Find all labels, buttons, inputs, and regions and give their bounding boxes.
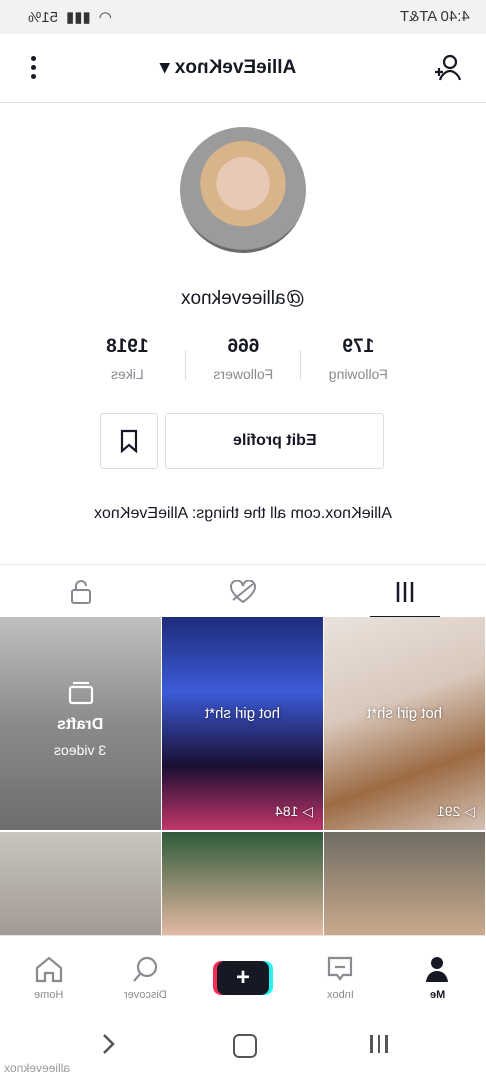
avatar[interactable] xyxy=(180,127,306,253)
home-button[interactable] xyxy=(233,1034,257,1058)
nav-create[interactable]: + xyxy=(194,936,291,1019)
nav-discover[interactable]: Discover xyxy=(97,936,194,1019)
system-nav-bar: allieeveknox xyxy=(0,1018,486,1079)
grid-icon xyxy=(396,581,414,602)
content-tabs xyxy=(0,564,486,618)
account-switcher[interactable]: AllieEveKnox ▾ xyxy=(160,56,296,79)
view-count: 291 ◁ xyxy=(436,803,475,819)
play-icon: ◁ xyxy=(302,803,313,819)
tab-private[interactable] xyxy=(0,565,162,618)
drafts-icon xyxy=(68,681,93,705)
view-count: 184 ◁ xyxy=(274,803,313,819)
bookmark-icon xyxy=(120,429,138,453)
tab-videos[interactable] xyxy=(324,565,486,618)
profile-icon xyxy=(426,956,449,982)
status-icons: 51% ▮▮▮ ◠ xyxy=(28,8,112,27)
battery-percent: 51% xyxy=(28,8,59,26)
search-icon xyxy=(132,956,157,982)
profile-stats: 1918 Likes 666 Followers 179 Following xyxy=(70,336,416,396)
drafts-count: 3 videos xyxy=(54,742,107,758)
lock-icon xyxy=(71,579,91,604)
stat-following[interactable]: 179 Following xyxy=(301,336,416,396)
nav-me[interactable]: Me xyxy=(389,936,486,1019)
video-thumbnail[interactable]: hot girl sh*t 184 ◁ xyxy=(162,617,323,830)
heart-hidden-icon xyxy=(230,579,256,603)
signal-icon: ▮▮▮ xyxy=(66,9,91,26)
video-caption: hot girl sh*t xyxy=(204,705,281,722)
video-thumbnail[interactable] xyxy=(324,832,485,935)
status-bar: 51% ▮▮▮ ◠ 4:40 AT&T xyxy=(0,0,486,34)
video-thumbnail[interactable] xyxy=(0,832,161,935)
add-friend-icon[interactable] xyxy=(432,52,464,89)
watermark: allieeveknox xyxy=(4,1061,71,1075)
drafts-tile[interactable]: Drafts 3 videos xyxy=(0,617,161,830)
inbox-icon xyxy=(328,956,353,981)
video-grid: Drafts 3 videos hot girl sh*t 184 ◁ hot … xyxy=(0,617,486,935)
bottom-nav: Home Discover + Inbox Me xyxy=(0,935,486,1019)
back-icon[interactable] xyxy=(100,1032,116,1056)
drafts-title: Drafts xyxy=(57,716,104,733)
profile-header: AllieEveKnox ▾ xyxy=(0,34,486,103)
nav-inbox[interactable]: Inbox xyxy=(292,936,389,1019)
profile-handle: @allieeveknox xyxy=(181,288,305,309)
home-icon xyxy=(35,956,62,982)
plus-icon: + xyxy=(217,960,269,995)
wifi-icon: ◠ xyxy=(98,9,112,26)
stat-likes[interactable]: 1918 Likes xyxy=(70,336,185,396)
video-caption: hot girl sh*t xyxy=(366,705,443,722)
recent-apps-icon[interactable] xyxy=(370,1035,388,1053)
nav-home[interactable]: Home xyxy=(0,936,97,1019)
favorites-button[interactable] xyxy=(100,413,158,469)
video-thumbnail[interactable]: hot girl sh*t 291 ◁ xyxy=(324,617,485,830)
more-options-icon[interactable] xyxy=(26,54,40,82)
edit-profile-button[interactable]: Edit profile xyxy=(165,413,384,469)
tab-liked[interactable] xyxy=(162,565,324,618)
profile-bio: AllieKnox.com all the things: AllieEveKn… xyxy=(94,505,392,522)
play-icon: ◁ xyxy=(464,803,475,819)
stat-followers[interactable]: 666 Followers xyxy=(186,336,301,396)
status-time: 4:40 AT&T xyxy=(400,8,470,25)
video-thumbnail[interactable] xyxy=(162,832,323,935)
